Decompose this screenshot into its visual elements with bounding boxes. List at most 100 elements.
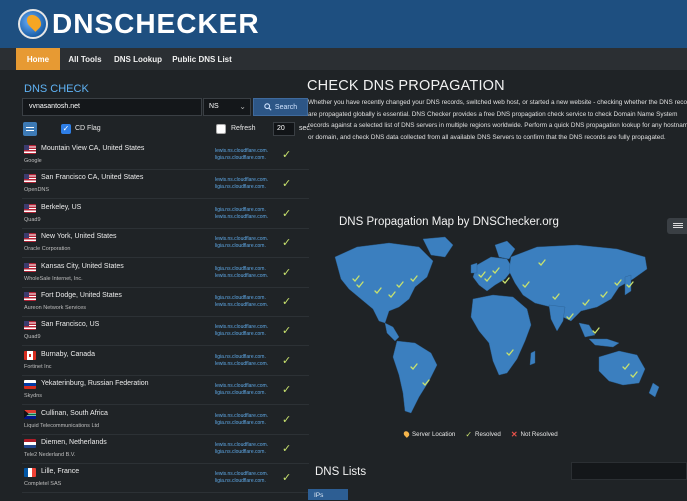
map-menu-button[interactable] xyxy=(667,218,687,234)
nav-public-dns-list[interactable]: Public DNS List xyxy=(170,48,234,70)
nav-all-tools[interactable]: All Tools xyxy=(64,48,106,70)
server-result[interactable]: lewis.ns.cloudflare.com. ligia.ns.cloudfl… xyxy=(215,324,268,338)
server-location: San Francisco, US xyxy=(41,321,100,329)
server-location: Lille, France xyxy=(41,468,80,476)
server-provider: WholeSale Internet, Inc. xyxy=(24,275,83,282)
resolved-check-icon: ✓ xyxy=(282,207,292,220)
server-provider: Quad9 xyxy=(24,334,41,341)
resolved-check-icon: ✓ xyxy=(282,149,292,161)
nav-dns-lookup[interactable]: DNS Lookup xyxy=(110,48,166,70)
resolved-check-icon: ✓ xyxy=(282,443,292,455)
us-flag-icon xyxy=(24,174,36,184)
resolved-check-icon: ✓ xyxy=(282,237,292,250)
site-header: DNSCHECKER xyxy=(0,0,687,48)
world-map xyxy=(334,236,660,414)
main-content: CHECK DNS PROPAGATION Whether you have r… xyxy=(299,70,687,500)
server-result[interactable]: lewis.ns.cloudflare.com. ligia.ns.cloudfl… xyxy=(215,236,268,250)
record-type-select[interactable]: NS ⌄ xyxy=(203,98,251,116)
tab-ips[interactable]: IPs xyxy=(308,489,348,500)
logo-text: DNSCHECKER xyxy=(52,8,260,39)
dns-check-panel: DNS CHECK vvnasantosh.net NS ⌄ Search ✓ … xyxy=(14,78,312,500)
server-row: Lille, France Completel SAS lewis.ns.clo… xyxy=(22,464,309,494)
resolved-check-icon: ✓ xyxy=(282,413,292,426)
server-provider: Tele2 Nederland B.V. xyxy=(24,452,76,458)
server-result[interactable]: lewis.ns.cloudflare.com. ligia.ns.cloudfl… xyxy=(215,442,268,456)
us-flag-icon xyxy=(24,203,36,213)
server-row: Burnaby, Canada Fortinet Inc ligia.ns.cl… xyxy=(22,347,309,376)
us-flag-icon xyxy=(24,145,36,154)
location-pin-icon xyxy=(402,430,411,438)
server-row: San Francisco, US Quad9 lewis.ns.cloudfl… xyxy=(22,317,309,347)
globe-icon xyxy=(18,9,48,39)
server-row: Berkeley, US Quad9 ligia.ns.cloudflare.c… xyxy=(22,200,309,229)
us-flag-icon xyxy=(24,321,36,331)
server-row: New York, United States Oracle Corporati… xyxy=(22,229,309,259)
server-result[interactable]: ligia.ns.cloudflare.com. lewis.ns.cloudfl… xyxy=(215,295,268,309)
server-result[interactable]: lewis.ns.cloudflare.com. ligia.ns.cloudfl… xyxy=(215,177,268,191)
search-icon xyxy=(264,103,272,111)
france-flag-icon xyxy=(24,468,36,478)
resolved-check-icon: ✓ xyxy=(282,472,292,485)
server-row: Yekaterinburg, Russian Federation Skydns… xyxy=(22,376,309,406)
map-title: DNS Propagation Map by DNSChecker.org xyxy=(339,216,559,228)
server-row: San Francisco CA, United States OpenDNS … xyxy=(22,170,309,200)
refresh-interval-input[interactable]: 20 xyxy=(273,122,295,136)
server-location: Diemen, Netherlands xyxy=(41,439,107,446)
server-provider: Liquid Telecommunications Ltd xyxy=(24,422,100,429)
refresh-checkbox[interactable] xyxy=(216,124,226,134)
nav-home[interactable]: Home xyxy=(16,48,60,70)
dns-check-title: DNS CHECK xyxy=(24,83,89,95)
server-provider: OpenDNS xyxy=(24,187,50,194)
us-flag-icon xyxy=(24,262,36,272)
server-provider: Oracle Corporation xyxy=(24,246,71,253)
server-result[interactable]: lewis.ns.cloudflare.com. ligia.ns.cloudfl… xyxy=(215,383,268,397)
server-result[interactable]: lewis.ns.cloudflare.com. ligia.ns.cloudfl… xyxy=(215,148,268,162)
cross-icon: ✕ xyxy=(510,429,518,439)
server-row: Cullinan, South Africa Liquid Telecommun… xyxy=(22,406,309,435)
server-provider: Completel SAS xyxy=(24,481,62,488)
cd-flag-checkbox[interactable]: ✓ xyxy=(61,124,71,134)
page-title: CHECK DNS PROPAGATION xyxy=(307,78,505,94)
canada-flag-icon xyxy=(24,350,36,360)
server-provider: Google xyxy=(24,158,42,164)
main-nav: Home All Tools DNS Lookup Public DNS Lis… xyxy=(0,48,687,70)
map-legend: Server Location ✓ Resolved ✕ Not Resolved xyxy=(402,428,558,440)
south-africa-flag-icon xyxy=(24,409,36,419)
server-location: Mountain View CA, United States xyxy=(41,145,145,152)
server-list: Mountain View CA, United States Google l… xyxy=(22,141,309,501)
filter-icon[interactable] xyxy=(23,122,37,136)
chevron-down-icon: ⌄ xyxy=(239,102,246,111)
server-location: San Francisco CA, United States xyxy=(41,174,144,182)
resolved-check-icon: ✓ xyxy=(282,178,292,191)
server-result[interactable]: ligia.ns.cloudflare.com. lewis.ns.cloudfl… xyxy=(215,207,268,221)
legend-server-location: Server Location xyxy=(402,430,455,438)
resolved-check-icon: ✓ xyxy=(282,384,292,397)
server-provider: Skydns xyxy=(24,393,43,400)
dns-lists-search-input[interactable] xyxy=(571,462,687,480)
refresh-label: Refresh xyxy=(231,125,256,132)
russia-flag-icon xyxy=(24,380,36,390)
page-description: Whether you have recently changed your D… xyxy=(308,99,687,141)
server-row: Mountain View CA, United States Google l… xyxy=(22,141,309,170)
legend-not-resolved: ✕ Not Resolved xyxy=(510,429,558,439)
resolved-check-icon: ✓ xyxy=(282,296,292,308)
us-flag-icon xyxy=(24,292,36,301)
logo[interactable]: DNSCHECKER xyxy=(18,8,260,40)
server-location: Yekaterinburg, Russian Federation xyxy=(41,380,149,388)
resolved-check-icon: ✓ xyxy=(282,266,292,279)
server-result[interactable]: lewis.ns.cloudflare.com. ligia.ns.cloudfl… xyxy=(215,471,268,485)
server-location: Burnaby, Canada xyxy=(41,350,95,358)
server-row: Kansas City, United States WholeSale Int… xyxy=(22,259,309,288)
server-provider: Aureon Network Services xyxy=(24,305,87,311)
resolved-check-icon: ✓ xyxy=(282,325,292,338)
resolved-check-icon: ✓ xyxy=(282,354,292,367)
server-row: Fort Dodge, United States Aureon Network… xyxy=(22,288,309,317)
server-result[interactable]: ligia.ns.cloudflare.com. lewis.ns.cloudfl… xyxy=(215,354,268,368)
search-button-label: Search xyxy=(274,103,298,111)
server-location: Fort Dodge, United States xyxy=(41,292,122,299)
domain-input[interactable]: vvnasantosh.net xyxy=(22,98,202,116)
server-result[interactable]: ligia.ns.cloudflare.com. lewis.ns.cloudfl… xyxy=(215,266,268,280)
netherlands-flag-icon xyxy=(24,439,36,448)
dns-lists-title: DNS Lists xyxy=(315,466,367,478)
server-result[interactable]: lewis.ns.cloudflare.com. ligia.ns.cloudfl… xyxy=(215,413,268,427)
